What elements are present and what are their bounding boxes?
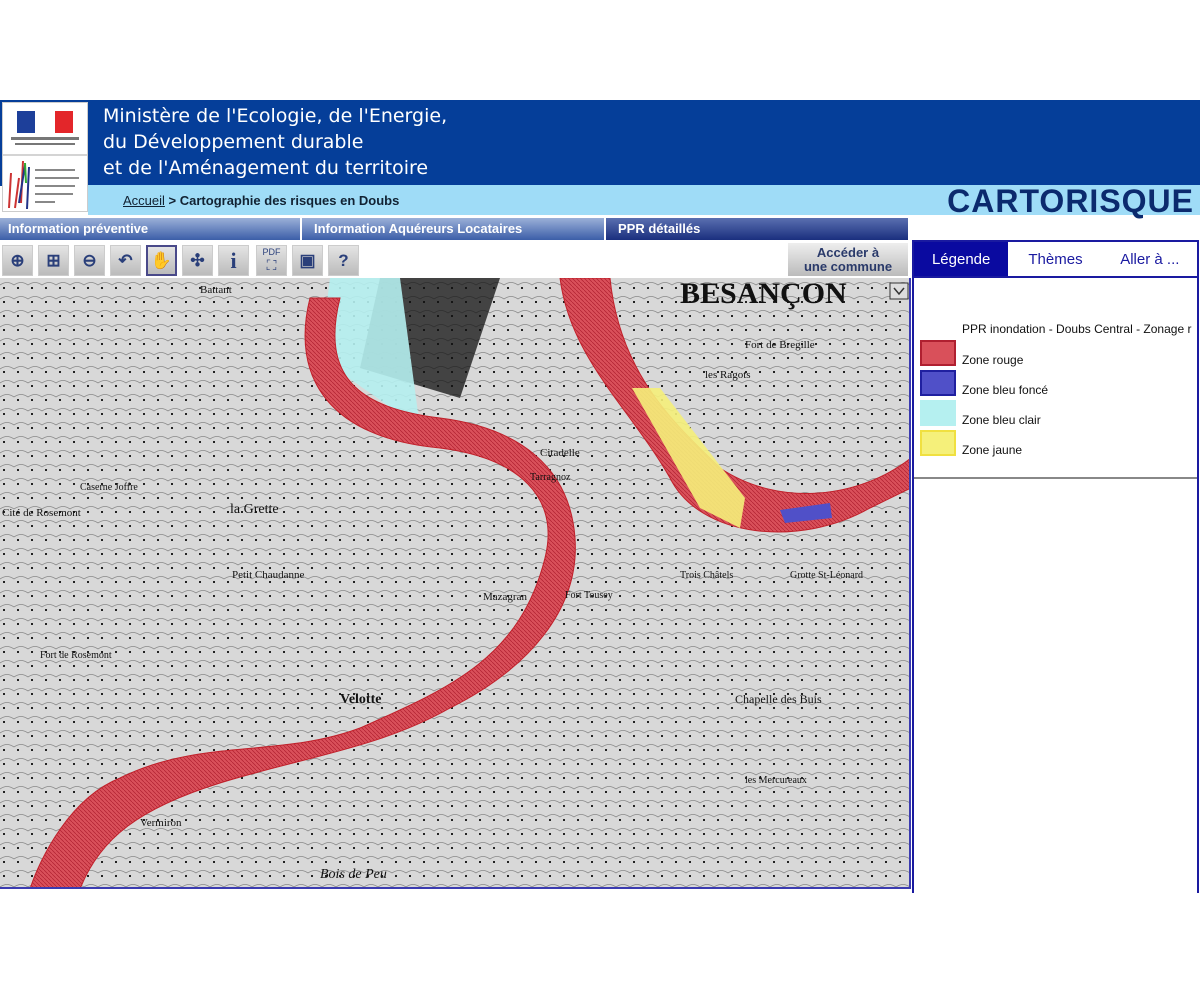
main-nav: Information préventive Information Aquér… bbox=[0, 218, 910, 240]
map-label: Mazagran bbox=[483, 591, 527, 603]
brand-title: CARTORISQUE bbox=[947, 183, 1194, 219]
swatch-zone-jaune bbox=[920, 430, 956, 456]
map-label: Grotte St-Léonard bbox=[790, 570, 863, 581]
map-label: Velotte bbox=[340, 692, 381, 707]
tab-information-preventive[interactable]: Information préventive bbox=[0, 218, 302, 240]
map-label: Petit Chaudanne bbox=[232, 569, 305, 581]
pdf-export-icon[interactable]: PDF ⛶ bbox=[256, 245, 287, 276]
map-label: les Ragots bbox=[705, 369, 751, 381]
legend-item: Zone bleu clair bbox=[920, 400, 1197, 430]
legend-label: Zone rouge bbox=[962, 353, 1024, 367]
map-label: Fort de Bregille bbox=[745, 339, 815, 351]
legend-label: Zone bleu foncé bbox=[962, 383, 1049, 397]
ministry-logo bbox=[2, 102, 88, 212]
legend-item: Zone jaune bbox=[920, 430, 1197, 460]
map-view[interactable]: BESANÇON Velotte la Grette Mazagran Cita… bbox=[0, 278, 911, 889]
swatch-zone-bleu-fonce bbox=[920, 370, 956, 396]
save-icon[interactable]: ▣ bbox=[292, 245, 323, 276]
breadcrumb-current: Cartographie des risques en Doubs bbox=[179, 193, 400, 208]
zoom-out-icon[interactable]: ⊖ bbox=[74, 245, 105, 276]
panel-tabs: Légende Thèmes Aller à ... bbox=[912, 240, 1199, 278]
breadcrumb-home-link[interactable]: Accueil bbox=[123, 193, 165, 208]
map-label: Fort Tousey bbox=[565, 590, 613, 601]
ministry-line: et de l'Aménagement du territoire bbox=[103, 157, 429, 179]
map-toolbar: ⊕ ⊞ ⊖ ↶ ✋ ✣ i PDF ⛶ ▣ ? bbox=[0, 243, 910, 278]
previous-view-icon[interactable]: ↶ bbox=[110, 245, 141, 276]
tab-aller-a[interactable]: Aller à ... bbox=[1103, 242, 1197, 276]
legend-box: PPR inondation - Doubs Central - Zonage … bbox=[914, 278, 1197, 479]
ministry-line: Ministère de l'Ecologie, de l'Energie, bbox=[103, 105, 448, 127]
button-line: Accéder à bbox=[816, 245, 880, 260]
tab-themes[interactable]: Thèmes bbox=[1008, 242, 1102, 276]
map-label: Trois Châtels bbox=[680, 570, 733, 581]
map-label: BESANÇON bbox=[680, 278, 847, 310]
access-commune-button[interactable]: Accéder à une commune bbox=[788, 243, 908, 276]
pdf-label: PDF bbox=[262, 247, 281, 257]
legend-label: Zone bleu clair bbox=[962, 413, 1041, 427]
breadcrumb-separator: > bbox=[164, 193, 180, 208]
map-label: la Grette bbox=[230, 502, 279, 517]
map-label: Chapelle des Buis bbox=[735, 692, 822, 706]
map-label: Caserne Joffre bbox=[80, 482, 138, 493]
legend-panel: PPR inondation - Doubs Central - Zonage … bbox=[912, 278, 1199, 893]
legend-label: Zone jaune bbox=[962, 443, 1023, 457]
tab-ppr-detailles[interactable]: PPR détaillés bbox=[606, 218, 910, 240]
tab-information-acquereurs[interactable]: Information Aquéreurs Locataires bbox=[302, 218, 606, 240]
button-line: une commune bbox=[803, 259, 893, 274]
ministry-line: du Développement durable bbox=[103, 131, 364, 153]
info-icon[interactable]: i bbox=[218, 245, 249, 276]
map-label: Bois de Peu bbox=[320, 867, 387, 882]
zoom-in-icon[interactable]: ⊕ bbox=[2, 245, 33, 276]
tab-legende[interactable]: Légende bbox=[914, 242, 1009, 276]
legend-title: PPR inondation - Doubs Central - Zonage … bbox=[962, 322, 1192, 336]
zoom-box-icon[interactable]: ⊞ bbox=[38, 245, 69, 276]
legend-item: Zone bleu foncé bbox=[920, 370, 1197, 400]
map-label: Tarragnoz bbox=[530, 472, 571, 483]
swatch-zone-rouge bbox=[920, 340, 956, 366]
help-icon[interactable]: ? bbox=[328, 245, 359, 276]
legend-item: Zone rouge bbox=[920, 340, 1197, 370]
map-label: Cité de Rosemont bbox=[2, 507, 81, 519]
swatch-zone-bleu-clair bbox=[920, 400, 956, 426]
map-label: les Mercureaux bbox=[745, 775, 807, 786]
map-label: Battant bbox=[200, 284, 232, 296]
map-label: Citadelle bbox=[540, 447, 580, 459]
pan-hand-icon[interactable]: ✋ bbox=[146, 245, 177, 276]
ministry-name: Ministère de l'Ecologie, de l'Energie, d… bbox=[103, 103, 447, 181]
breadcrumb: Accueil > Cartographie des risques en Do… bbox=[123, 193, 399, 208]
collapse-map-icon[interactable] bbox=[889, 282, 909, 300]
map-label: Fort de Rosemont bbox=[40, 650, 112, 661]
full-extent-icon[interactable]: ✣ bbox=[182, 245, 213, 276]
map-label: Vermiron bbox=[140, 817, 182, 829]
